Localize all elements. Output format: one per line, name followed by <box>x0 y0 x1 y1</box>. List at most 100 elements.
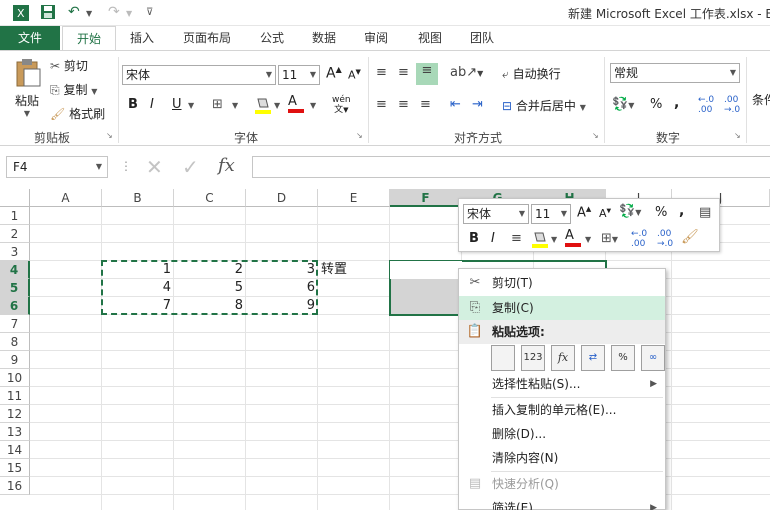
mini-accounting-icon[interactable]: 💱▼ <box>619 204 641 219</box>
font-size-combo[interactable]: 11 ▼ <box>278 65 320 85</box>
row-header[interactable]: 13 <box>0 423 30 441</box>
cancel-icon[interactable]: ✕ <box>146 155 163 179</box>
mini-font-combo[interactable]: 宋体 ▼ <box>463 204 529 224</box>
mini-comma-button[interactable]: , <box>679 203 684 219</box>
cut-button[interactable]: ✂ 剪切 <box>50 57 88 74</box>
decrease-indent-icon[interactable]: ⇤ <box>450 97 461 112</box>
tab-data[interactable]: 数据 <box>304 26 344 50</box>
row-header[interactable]: 1 <box>0 207 30 225</box>
mini-font-color-dropdown-icon[interactable]: ▼ <box>585 235 591 244</box>
row-header[interactable]: 16 <box>0 477 30 495</box>
cell-c6[interactable]: 8 <box>174 297 246 315</box>
paste-option-icon[interactable] <box>491 345 515 371</box>
paste-button[interactable]: 粘贴 ▼ <box>10 57 44 118</box>
italic-button[interactable]: I <box>150 97 154 112</box>
menu-item-clear[interactable]: 清除内容(N) <box>459 446 665 470</box>
align-right-icon[interactable]: ≡ <box>420 97 431 112</box>
cell-c4[interactable]: 2 <box>174 261 246 279</box>
mini-percent-button[interactable]: % <box>655 205 667 220</box>
cell-b6[interactable]: 7 <box>102 297 174 315</box>
row-header[interactable]: 7 <box>0 315 30 333</box>
tab-page-layout[interactable]: 页面布局 <box>172 26 242 50</box>
merge-center-button[interactable]: ⊟ 合并后居中 ▼ <box>502 97 586 114</box>
mini-align-center-icon[interactable]: ≡ <box>511 231 522 246</box>
row-header[interactable]: 10 <box>0 369 30 387</box>
font-launcher-icon[interactable]: ↘ <box>356 131 363 140</box>
column-header[interactable]: B <box>102 189 174 207</box>
paste-formulas-icon[interactable]: fx <box>551 345 575 371</box>
font-color-dropdown-icon[interactable]: ▼ <box>310 101 316 110</box>
active-cell[interactable] <box>390 261 462 279</box>
menu-item-copy[interactable]: ⎘ 复制(C) <box>459 296 665 320</box>
mini-size-combo[interactable]: 11 ▼ <box>531 204 571 224</box>
column-header[interactable]: E <box>318 189 390 207</box>
paste-dropdown-icon[interactable]: ▼ <box>10 109 44 118</box>
shrink-font-button[interactable]: A▼ <box>348 68 361 82</box>
cell-e4[interactable]: 转置 <box>320 261 390 279</box>
font-color-button[interactable]: A <box>288 95 304 113</box>
cell-d5[interactable]: 6 <box>246 279 318 297</box>
align-top-icon[interactable]: ≡ <box>376 65 387 80</box>
mini-format-table-icon[interactable]: ▤ <box>699 205 711 220</box>
percent-button[interactable]: % <box>650 97 662 112</box>
clipboard-launcher-icon[interactable]: ↘ <box>106 131 113 140</box>
mini-decrease-decimal-icon[interactable]: .00 →.0 <box>657 229 673 249</box>
cell-d4[interactable]: 3 <box>246 261 318 279</box>
row-header[interactable]: 9 <box>0 351 30 369</box>
row-header[interactable]: 3 <box>0 243 30 261</box>
font-name-combo[interactable]: 宋体 ▼ <box>122 65 276 85</box>
mini-fill-dropdown-icon[interactable]: ▼ <box>551 235 557 244</box>
row-header[interactable]: 8 <box>0 333 30 351</box>
paste-formatting-icon[interactable]: % <box>611 345 635 371</box>
grow-font-button[interactable]: A▲ <box>326 65 342 82</box>
select-all-corner[interactable] <box>0 189 30 207</box>
paste-link-icon[interactable]: ∞ <box>641 345 665 371</box>
formula-input[interactable] <box>252 156 770 178</box>
orientation-icon[interactable]: ab↗▼ <box>450 65 483 80</box>
increase-indent-icon[interactable]: ⇥ <box>472 97 483 112</box>
tab-team[interactable]: 团队 <box>462 26 502 50</box>
fill-dropdown-icon[interactable]: ▼ <box>274 101 280 110</box>
comma-button[interactable]: , <box>674 95 679 111</box>
decrease-decimal-icon[interactable]: .00 →.0 <box>724 95 740 115</box>
paste-values-icon[interactable]: 123 <box>521 345 545 371</box>
format-painter-button[interactable]: 🖌 格式刷 <box>50 105 105 122</box>
tab-review[interactable]: 审阅 <box>356 26 396 50</box>
menu-item-paste-special[interactable]: 选择性粘贴(S)... ▶ <box>459 372 665 396</box>
mini-format-painter-icon[interactable]: 🖌 <box>681 229 699 245</box>
border-icon[interactable]: ⊞ <box>212 97 223 112</box>
column-header[interactable]: D <box>246 189 318 207</box>
enter-icon[interactable]: ✓ <box>182 155 199 179</box>
mini-font-color-button[interactable]: A <box>565 229 581 247</box>
customize-toolbar-icon[interactable]: ⊽ <box>146 7 153 25</box>
undo-dropdown-icon[interactable]: ▼ <box>86 9 92 27</box>
merge-dropdown-icon[interactable]: ▼ <box>580 103 586 112</box>
row-header[interactable]: 15 <box>0 459 30 477</box>
mini-border-icon[interactable]: ⊞▼ <box>601 231 618 246</box>
underline-dropdown-icon[interactable]: ▼ <box>188 101 194 110</box>
number-format-combo[interactable]: 常规 ▼ <box>610 63 740 83</box>
tab-view[interactable]: 视图 <box>410 26 450 50</box>
copy-button[interactable]: ⎘ 复制 ▼ <box>50 81 97 98</box>
align-middle-icon[interactable]: ≡ <box>398 65 409 80</box>
mini-increase-decimal-icon[interactable]: ←.0.00 <box>631 229 647 249</box>
accounting-format-icon[interactable]: 💱▼ <box>612 97 634 112</box>
align-center-icon[interactable]: ≡ <box>398 97 409 112</box>
underline-button[interactable]: U <box>172 97 182 112</box>
menu-item-delete[interactable]: 删除(D)... <box>459 422 665 446</box>
row-header-selected[interactable]: 5 <box>0 279 30 297</box>
border-dropdown-icon[interactable]: ▼ <box>232 101 238 110</box>
menu-item-quick-analysis[interactable]: ▤ 快速分析(Q) <box>459 472 665 496</box>
row-header-selected[interactable]: 4 <box>0 261 30 279</box>
wrap-text-button[interactable]: ⤶ 自动换行 <box>502 65 561 82</box>
tab-insert[interactable]: 插入 <box>122 26 162 50</box>
cell-d6[interactable]: 9 <box>246 297 318 315</box>
increase-decimal-icon[interactable]: ←.0.00 <box>698 95 714 115</box>
name-box[interactable]: F4 ▼ <box>6 156 108 178</box>
align-bottom-icon[interactable]: ≡ <box>416 63 438 85</box>
fill-color-button[interactable] <box>254 95 272 118</box>
mini-italic-button[interactable]: I <box>491 231 495 246</box>
row-header-selected[interactable]: 6 <box>0 297 30 315</box>
insert-function-icon[interactable]: fx <box>218 155 235 176</box>
save-icon[interactable] <box>40 4 56 22</box>
